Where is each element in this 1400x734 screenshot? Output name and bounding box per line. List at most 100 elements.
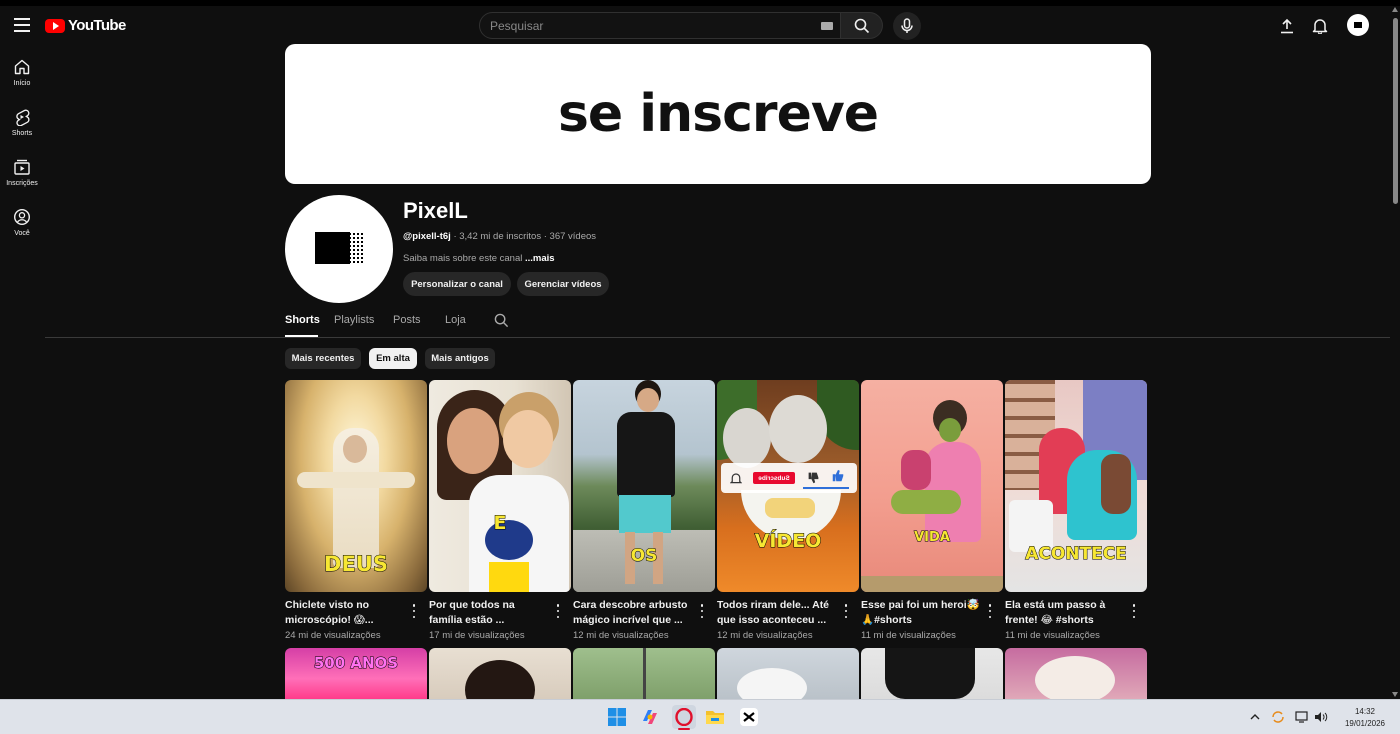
short-title: Todos riram dele... Até que isso acontece… <box>717 598 839 628</box>
short-thumbnail[interactable]: OS <box>573 380 715 592</box>
windows-start-icon[interactable] <box>607 707 627 727</box>
short-views: 11 mi de visualizações <box>1005 630 1100 641</box>
short-thumbnail[interactable] <box>573 648 715 699</box>
overlay-subscribe-button[interactable]: Subscribe <box>753 472 795 484</box>
capcut-icon[interactable] <box>739 707 759 727</box>
short-thumbnail[interactable]: ACONTECE <box>1005 380 1147 592</box>
account-avatar[interactable] <box>1347 14 1369 36</box>
short-views: 11 mi de visualizações <box>861 630 956 641</box>
short-caption: 500 ANOS <box>313 654 399 673</box>
short-thumbnail[interactable] <box>861 648 1003 699</box>
short-caption: E <box>493 512 507 535</box>
short-thumbnail[interactable]: E <box>429 380 571 592</box>
short-thumbnail[interactable]: 500 ANOS <box>285 648 427 699</box>
chip-latest[interactable]: Mais recentes <box>285 348 361 369</box>
file-explorer-icon[interactable] <box>705 707 725 727</box>
bell-icon <box>730 473 742 484</box>
channel-name: PixelL <box>403 198 468 223</box>
tab-store[interactable]: Loja <box>445 314 466 326</box>
short-caption: ACONTECE <box>1025 544 1128 565</box>
like-icon[interactable] <box>831 469 845 483</box>
taskbar-clock[interactable]: 14:32 19/01/2026 <box>1340 706 1390 730</box>
scroll-down-arrow-icon[interactable] <box>1392 692 1398 697</box>
short-item[interactable]: VIDA Esse pai foi um heroi🤯 🙏#shorts 11 m… <box>861 380 1003 641</box>
tab-shorts[interactable]: Shorts <box>285 314 320 326</box>
short-item[interactable]: E Por que todos na família estão ... 17 m… <box>429 380 571 641</box>
short-title-line: Ela está um passo à <box>1005 599 1106 611</box>
channel-banner: se inscreve <box>285 44 1151 184</box>
tab-playlists[interactable]: Playlists <box>334 314 374 326</box>
customize-channel-button[interactable]: Personalizar o canal <box>403 272 511 296</box>
shorts-icon <box>16 109 30 126</box>
upload-button[interactable] <box>1277 16 1297 36</box>
short-thumbnail[interactable] <box>1005 648 1147 699</box>
like-underline <box>803 487 849 489</box>
short-title: Ela está um passo à frente! 😂 #shorts <box>1005 598 1127 628</box>
more-actions-icon[interactable] <box>699 604 705 618</box>
channel-meta: @pixell-t6j · 3,42 mi de inscritos · 367… <box>403 231 596 242</box>
guide-item-home[interactable]: Início <box>0 54 44 98</box>
sync-icon[interactable] <box>1271 711 1285 723</box>
banner-text: se inscreve <box>557 84 879 144</box>
volume-icon[interactable] <box>1314 711 1328 723</box>
short-title-line: Por que todos na <box>429 599 515 611</box>
short-title-line: microscópio! 😱... <box>285 614 374 626</box>
search-button[interactable] <box>841 12 883 39</box>
manage-videos-button[interactable]: Gerenciar vídeos <box>517 272 609 296</box>
short-item[interactable]: ACONTECE Ela está um passo à frente! 😂 #s… <box>1005 380 1147 641</box>
page-scrollbar[interactable] <box>1390 6 1400 699</box>
subscribe-overlay-card[interactable]: Subscribe <box>721 463 857 493</box>
scroll-up-arrow-icon[interactable] <box>1392 7 1398 12</box>
more-actions-icon[interactable] <box>1131 604 1137 618</box>
more-actions-icon[interactable] <box>843 604 849 618</box>
keyboard-icon[interactable] <box>821 22 833 30</box>
scrollbar-thumb[interactable] <box>1393 18 1398 204</box>
short-thumbnail[interactable] <box>429 648 571 699</box>
more-actions-icon[interactable] <box>411 604 417 618</box>
subscriptions-icon <box>14 159 30 175</box>
clock-date: 19/01/2026 <box>1344 719 1386 728</box>
short-thumbnail[interactable]: VIDA <box>861 380 1003 592</box>
tab-posts[interactable]: Posts <box>393 314 421 326</box>
chip-popular[interactable]: Em alta <box>369 348 417 369</box>
short-title: Esse pai foi um heroi🤯 🙏#shorts <box>861 598 983 628</box>
guide-item-you[interactable]: Você <box>0 204 44 248</box>
channel-about[interactable]: Saiba mais sobre este canal ...mais <box>403 253 555 264</box>
network-icon[interactable] <box>1295 711 1309 723</box>
guide-item-subscriptions[interactable]: Inscrições <box>0 154 44 198</box>
channel-search-icon[interactable] <box>494 313 509 328</box>
search-input[interactable] <box>490 17 810 35</box>
notifications-button[interactable] <box>1310 16 1330 36</box>
about-more-link[interactable]: ...mais <box>525 253 555 264</box>
home-icon <box>14 59 30 75</box>
opera-browser-icon[interactable] <box>672 705 696 730</box>
youtube-play-icon <box>45 18 65 33</box>
more-actions-icon[interactable] <box>987 604 993 618</box>
more-actions-icon[interactable] <box>555 604 561 618</box>
short-views: 24 mi de visualizações <box>285 630 381 641</box>
tray-chevron-up-icon[interactable] <box>1248 711 1262 723</box>
bell-icon <box>1312 19 1328 34</box>
guide-label-home: Início <box>13 80 31 87</box>
mic-icon <box>901 18 913 33</box>
short-title-line: Todos riram dele... Até <box>717 599 830 611</box>
guide-label-subscriptions: Inscrições <box>6 180 38 187</box>
chip-oldest[interactable]: Mais antigos <box>425 348 495 369</box>
short-thumbnail[interactable] <box>717 648 859 699</box>
short-thumbnail[interactable]: DEUS <box>285 380 427 592</box>
channel-avatar[interactable] <box>285 195 393 303</box>
menu-icon[interactable] <box>12 15 32 35</box>
clock-time: 14:32 <box>1354 707 1376 716</box>
short-title: Chiclete visto no microscópio! 😱... <box>285 598 407 628</box>
short-title: Por que todos na família estão ... <box>429 598 551 628</box>
short-item[interactable]: DEUS Chiclete visto no microscópio! 😱... … <box>285 380 427 641</box>
avatar-pixel-block <box>315 232 350 264</box>
copilot-icon[interactable] <box>640 707 660 727</box>
dislike-icon[interactable] <box>807 471 820 484</box>
short-caption: OS <box>630 546 658 567</box>
voice-search-button[interactable] <box>893 12 921 40</box>
short-item[interactable]: OS Cara descobre arbusto mágico incrível … <box>573 380 715 641</box>
youtube-logo[interactable]: YouTube <box>45 17 126 34</box>
about-text: Saiba mais sobre este canal <box>403 253 525 264</box>
guide-item-shorts[interactable]: Shorts <box>0 104 44 148</box>
